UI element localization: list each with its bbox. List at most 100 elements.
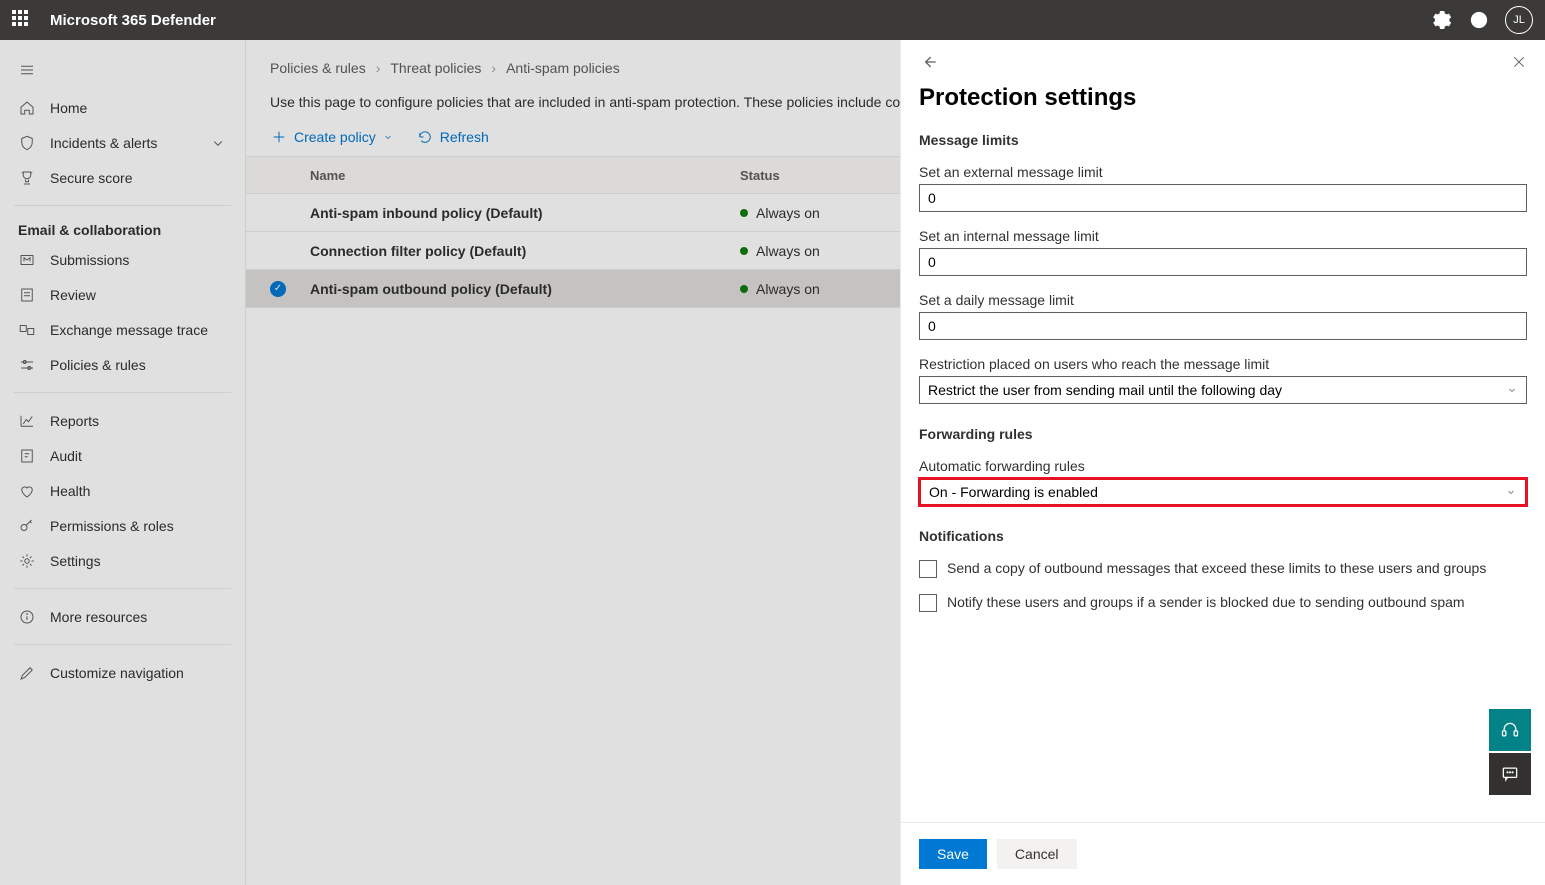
row-name: Anti-spam inbound policy (Default) [310,205,740,221]
sidebar-item-settings[interactable]: Settings [0,543,245,578]
trophy-icon [18,169,36,187]
crumb-policies[interactable]: Policies & rules [270,60,366,76]
collapse-nav-icon[interactable] [0,50,245,90]
gear-icon [18,552,36,570]
pencil-icon [18,664,36,682]
external-limit-input[interactable] [919,184,1527,212]
restriction-select[interactable]: Restrict the user from sending mail unti… [919,376,1527,404]
sidebar-item-label: Submissions [50,252,129,268]
headset-support-button[interactable] [1489,709,1531,751]
cancel-button[interactable]: Cancel [997,839,1077,869]
sidebar-item-label: Home [50,100,87,116]
save-button[interactable]: Save [919,839,987,869]
info-icon [18,608,36,626]
chevron-down-icon [1505,486,1517,498]
internal-limit-input[interactable] [919,248,1527,276]
divider [14,392,231,393]
status-dot-icon [740,247,748,255]
row-status: Always on [756,205,820,221]
sidebar-item-label: Exchange message trace [50,322,208,338]
sidebar-item-label: Audit [50,448,82,464]
plus-icon [270,128,288,146]
row-status: Always on [756,281,820,297]
refresh-button[interactable]: Refresh [416,128,489,146]
chevron-down-icon [1506,384,1518,396]
sidebar-item-label: Reports [50,413,99,429]
sidebar-item-label: Permissions & roles [50,518,174,534]
refresh-icon [416,128,434,146]
crumb-threat[interactable]: Threat policies [390,60,481,76]
sliders-icon [18,356,36,374]
notify-block-checkbox[interactable] [919,594,937,612]
external-limit-label: Set an external message limit [919,164,1527,180]
sidebar-item-incidents[interactable]: Incidents & alerts [0,125,245,160]
auto-forward-select[interactable]: On - Forwarding is enabled [919,478,1527,506]
submit-icon [18,251,36,269]
notify-copy-label: Send a copy of outbound messages that ex… [947,560,1486,578]
column-header-status[interactable]: Status [740,168,880,183]
selected-check-icon: ✓ [270,281,286,297]
daily-limit-label: Set a daily message limit [919,292,1527,308]
chevron-right-icon: › [376,60,381,76]
flyout-panel: Protection settings Message limits Set a… [900,40,1545,885]
user-avatar[interactable]: JL [1505,6,1533,34]
notify-copy-checkbox[interactable] [919,560,937,578]
auto-forward-label: Automatic forwarding rules [919,458,1527,474]
exchange-icon [18,321,36,339]
shield-icon [18,134,36,152]
divider [14,644,231,645]
sidebar-item-policies[interactable]: Policies & rules [0,347,245,382]
sidebar-item-exchange-trace[interactable]: Exchange message trace [0,312,245,347]
auto-forward-value: On - Forwarding is enabled [929,484,1098,500]
sidebar-item-label: Customize navigation [50,665,184,681]
sidebar-item-home[interactable]: Home [0,90,245,125]
sidebar-item-review[interactable]: Review [0,277,245,312]
refresh-label: Refresh [440,129,489,145]
create-policy-label: Create policy [294,129,376,145]
sidebar-item-label: Incidents & alerts [50,135,157,151]
internal-limit-label: Set an internal message limit [919,228,1527,244]
sidebar-item-reports[interactable]: Reports [0,403,245,438]
sidebar-item-customize[interactable]: Customize navigation [0,655,245,690]
restriction-value: Restrict the user from sending mail unti… [928,382,1282,398]
sidebar-item-label: Settings [50,553,101,569]
settings-gear-icon[interactable] [1433,10,1453,30]
column-header-name[interactable]: Name [310,168,740,183]
help-icon[interactable] [1469,10,1489,30]
row-name: Anti-spam outbound policy (Default) [310,281,740,297]
key-icon [18,517,36,535]
panel-title: Protection settings [901,84,1545,122]
sidebar-item-securescore[interactable]: Secure score [0,160,245,195]
status-dot-icon [740,209,748,217]
feedback-button[interactable] [1489,753,1531,795]
crumb-antispam: Anti-spam policies [506,60,620,76]
back-arrow-icon[interactable] [919,52,939,72]
sidebar-item-label: More resources [50,609,147,625]
divider [14,205,231,206]
daily-limit-input[interactable] [919,312,1527,340]
sidebar-item-more[interactable]: More resources [0,599,245,634]
sidebar-item-submissions[interactable]: Submissions [0,242,245,277]
restriction-label: Restriction placed on users who reach th… [919,356,1527,372]
chevron-down-icon [209,134,227,152]
message-limits-heading: Message limits [919,132,1527,148]
close-icon[interactable] [1511,54,1527,70]
row-name: Connection filter policy (Default) [310,243,740,259]
review-icon [18,286,36,304]
heart-icon [18,482,36,500]
home-icon [18,99,36,117]
sidebar-item-health[interactable]: Health [0,473,245,508]
divider [14,588,231,589]
sidebar-item-label: Policies & rules [50,357,146,373]
top-bar: Microsoft 365 Defender JL [0,0,1545,40]
sidebar: Home Incidents & alerts Secure score Ema… [0,40,246,885]
sidebar-item-label: Secure score [50,170,132,186]
app-launcher-icon[interactable] [12,10,32,30]
sidebar-item-label: Health [50,483,90,499]
sidebar-section-email: Email & collaboration [0,216,245,242]
audit-icon [18,447,36,465]
sidebar-item-audit[interactable]: Audit [0,438,245,473]
chevron-right-icon: › [491,60,496,76]
sidebar-item-permissions[interactable]: Permissions & roles [0,508,245,543]
create-policy-button[interactable]: Create policy [270,128,394,146]
